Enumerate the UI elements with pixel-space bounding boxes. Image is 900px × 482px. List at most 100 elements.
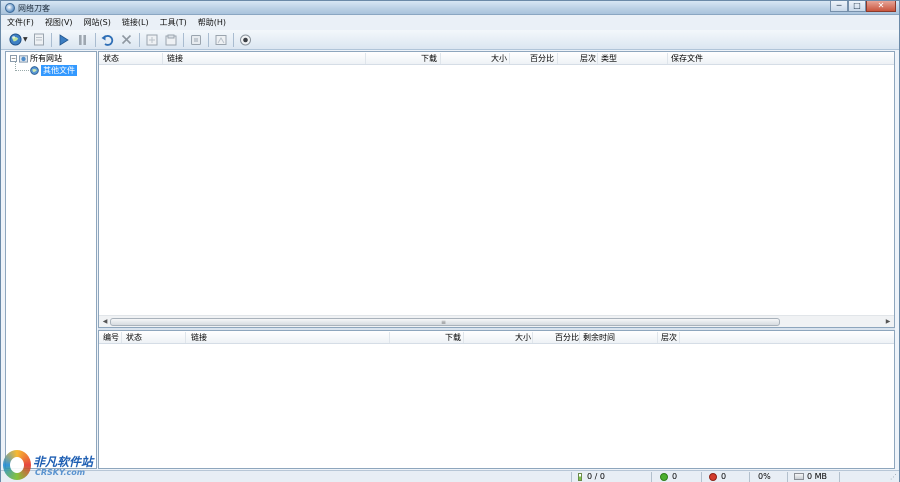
column-divider[interactable] xyxy=(679,332,680,343)
status-divider xyxy=(787,472,788,482)
column-divider[interactable] xyxy=(162,53,163,64)
status-red: 0 xyxy=(709,472,726,481)
column-download[interactable]: 下载 xyxy=(421,53,437,64)
menu-site[interactable]: 网站(S) xyxy=(84,17,111,28)
resize-grip-icon[interactable]: ⋰ xyxy=(890,473,897,481)
watermark-logo: 非凡软件站 CRSKY.com xyxy=(3,449,97,481)
scrollbar-thumb[interactable]: ≡ xyxy=(110,318,780,326)
column-size[interactable]: 大小 xyxy=(491,53,507,64)
column-divider[interactable] xyxy=(389,332,390,343)
menu-tools[interactable]: 工具(T) xyxy=(160,17,187,28)
stop-button[interactable] xyxy=(188,32,204,48)
toolbar-separator xyxy=(182,32,184,47)
tree-item-other-files[interactable]: 其他文件 xyxy=(30,65,77,76)
task-list-panel: 编号 状态 链接 下载 大小 百分比 剩余时间 层次 xyxy=(98,330,895,469)
maximize-button[interactable]: □ xyxy=(848,1,866,12)
progress-icon xyxy=(578,472,582,481)
toolbar-separator xyxy=(94,32,96,47)
menu-file[interactable]: 文件(F) xyxy=(7,17,34,28)
preview-icon xyxy=(240,34,252,45)
tree-item-all-sites[interactable]: − 所有网站 xyxy=(10,53,62,64)
column-percent[interactable]: 百分比 xyxy=(555,332,579,343)
properties-button[interactable] xyxy=(213,32,229,48)
column-divider[interactable] xyxy=(365,53,366,64)
start-button[interactable] xyxy=(56,32,72,48)
menu-view[interactable]: 视图(V) xyxy=(45,17,73,28)
column-link[interactable]: 链接 xyxy=(191,332,207,343)
undo-button[interactable] xyxy=(100,32,116,48)
status-count-value: 0 / 0 xyxy=(587,472,605,481)
column-save-file[interactable]: 保存文件 xyxy=(671,53,703,64)
column-type[interactable]: 类型 xyxy=(601,53,617,64)
column-divider[interactable] xyxy=(597,53,598,64)
status-size: 0 MB xyxy=(794,472,827,481)
chevron-down-icon[interactable]: ▼ xyxy=(23,36,28,43)
toolbar: ▼ xyxy=(1,30,899,50)
new-download-icon xyxy=(33,33,44,46)
column-divider[interactable] xyxy=(509,53,510,64)
globe-button[interactable] xyxy=(7,32,23,48)
toolbar-separator xyxy=(232,32,234,47)
horizontal-scrollbar[interactable]: ◀ ≡ ▶ xyxy=(99,315,894,327)
toolbar-separator xyxy=(50,32,52,47)
column-divider[interactable] xyxy=(185,332,186,343)
column-divider[interactable] xyxy=(121,332,122,343)
close-button[interactable]: ✕ xyxy=(866,1,896,12)
tree-label: 所有网站 xyxy=(30,54,62,63)
logo-swirl-icon xyxy=(3,450,31,480)
status-size-value: 0 MB xyxy=(807,472,828,481)
start-icon xyxy=(59,33,69,46)
column-divider[interactable] xyxy=(557,53,558,64)
column-divider[interactable] xyxy=(440,53,441,64)
column-remaining-time[interactable]: 剩余时间 xyxy=(583,332,615,343)
status-bar: 0 / 0 0 0 0% 0 MB ⋰ xyxy=(1,470,899,482)
column-download[interactable]: 下载 xyxy=(445,332,461,343)
red-status-icon xyxy=(709,472,717,481)
column-status[interactable]: 状态 xyxy=(126,332,142,343)
column-header: 状态 链接 下载 大小 百分比 层次 类型 保存文件 xyxy=(99,52,894,65)
preview-button[interactable] xyxy=(238,32,254,48)
globe-icon xyxy=(8,33,22,46)
import-button[interactable] xyxy=(144,32,160,48)
minimize-button[interactable]: ─ xyxy=(830,1,848,12)
delete-button[interactable] xyxy=(119,32,135,48)
download-list-panel: 状态 链接 下载 大小 百分比 层次 类型 保存文件 ◀ ≡ ▶ xyxy=(98,51,895,328)
app-window: 网络刀客 ─ □ ✕ 文件(F) 视图(V) 网站(S) 链接(L) 工具(T)… xyxy=(0,0,900,482)
window-controls: ─ □ ✕ xyxy=(830,1,896,13)
column-link[interactable]: 链接 xyxy=(167,53,183,64)
menu-help[interactable]: 帮助(H) xyxy=(198,17,226,28)
title-bar[interactable]: 网络刀客 ─ □ ✕ xyxy=(1,1,899,15)
new-download-button[interactable] xyxy=(31,32,47,48)
export-button[interactable] xyxy=(163,32,179,48)
column-divider[interactable] xyxy=(463,332,464,343)
column-divider[interactable] xyxy=(657,332,658,343)
grip-icon: ≡ xyxy=(441,319,447,326)
column-level[interactable]: 层次 xyxy=(580,53,596,64)
pause-button[interactable] xyxy=(75,32,91,48)
column-header: 编号 状态 链接 下载 大小 百分比 剩余时间 层次 xyxy=(99,331,894,344)
column-number[interactable]: 编号 xyxy=(103,332,119,343)
status-divider xyxy=(651,472,652,482)
column-size[interactable]: 大小 xyxy=(515,332,531,343)
status-green: 0 xyxy=(660,472,677,481)
column-divider[interactable] xyxy=(579,332,580,343)
pause-icon xyxy=(79,34,87,45)
menu-link[interactable]: 链接(L) xyxy=(122,17,149,28)
menu-bar: 文件(F) 视图(V) 网站(S) 链接(L) 工具(T) 帮助(H) xyxy=(1,15,899,30)
scroll-right-icon[interactable]: ▶ xyxy=(883,317,893,327)
status-red-value: 0 xyxy=(721,472,727,481)
toolbar-separator xyxy=(207,32,209,47)
collapse-icon[interactable]: − xyxy=(10,55,17,62)
column-divider[interactable] xyxy=(667,53,668,64)
column-divider[interactable] xyxy=(532,332,533,343)
globe-icon xyxy=(30,66,39,75)
status-divider xyxy=(839,472,840,482)
tree-label: 其他文件 xyxy=(41,65,77,76)
column-percent[interactable]: 百分比 xyxy=(530,53,554,64)
scroll-left-icon[interactable]: ◀ xyxy=(100,317,110,327)
status-count: 0 / 0 xyxy=(578,472,605,481)
column-level[interactable]: 层次 xyxy=(661,332,677,343)
status-green-value: 0 xyxy=(672,472,678,481)
stop-icon xyxy=(190,34,201,45)
column-status[interactable]: 状态 xyxy=(103,53,119,64)
